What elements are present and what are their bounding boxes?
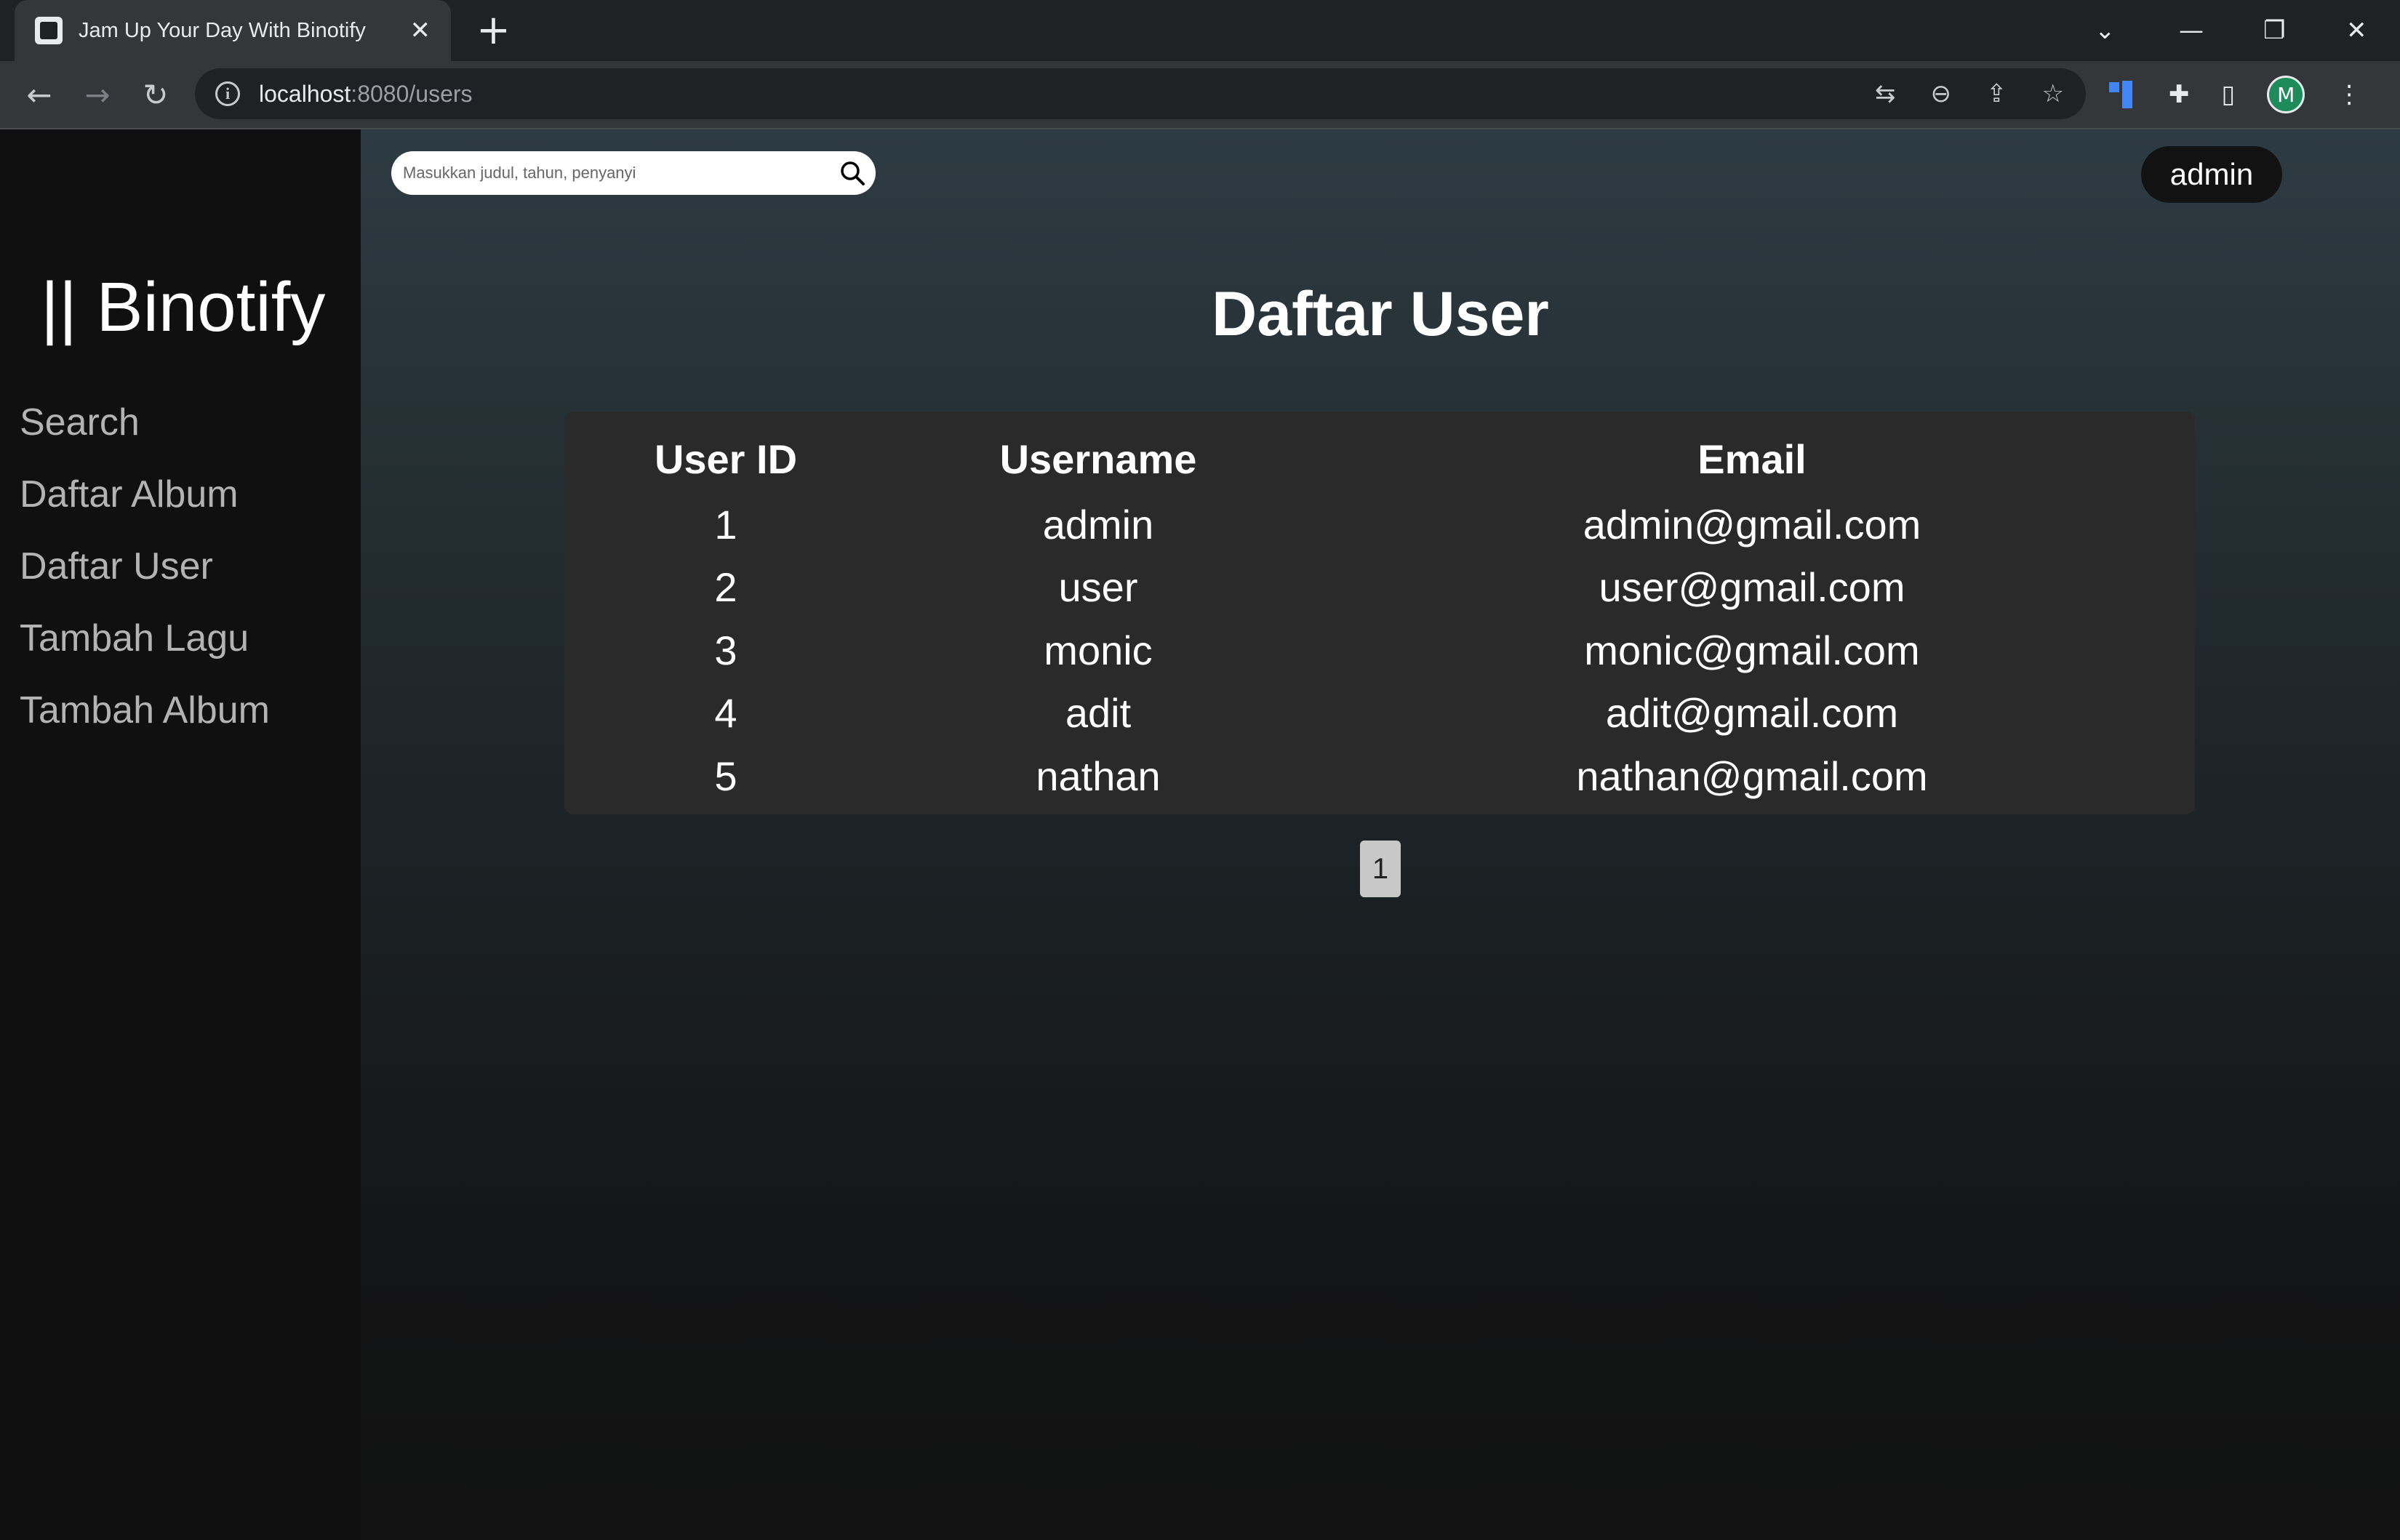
sidebar: || Binotify Search Daftar Album Daftar U… (0, 129, 361, 1540)
user-id-cell: 5 (714, 753, 737, 799)
brand-logo[interactable]: || Binotify (41, 268, 325, 348)
address-bar[interactable]: i localhost:8080/users ⇆ ⊖ ⇪ ☆ (195, 68, 2086, 119)
email-cell: nathan@gmail.com (1576, 753, 1928, 799)
user-id-cell: 2 (714, 564, 737, 611)
extensions-puzzle-icon[interactable]: ✚ (2169, 80, 2190, 109)
user-id-cell: 3 (714, 627, 737, 673)
email-cell: adit@gmail.com (1605, 690, 1899, 737)
minimize-window-button[interactable]: — (2179, 0, 2204, 61)
translate-icon[interactable]: ⇆ (1875, 79, 1896, 108)
sidebar-nav: Search Daftar Album Daftar User Tambah L… (20, 387, 270, 747)
browser-tab[interactable]: Jam Up Your Day With Binotify ✕ (15, 0, 451, 61)
column-header-user-id: User ID (654, 436, 798, 482)
binotify-favicon-icon (35, 17, 63, 44)
site-info-icon[interactable]: i (215, 81, 240, 106)
username-cell: monic (1044, 627, 1153, 673)
table-row: 5 nathan nathan@gmail.com (564, 745, 2195, 808)
browser-tab-strip: Jam Up Your Day With Binotify ✕ + ⌄ — ❐ … (0, 0, 2400, 61)
page-viewport: || Binotify Search Daftar Album Daftar U… (0, 129, 2400, 1540)
profile-avatar[interactable]: M (2267, 76, 2305, 113)
sidebar-item-search[interactable]: Search (20, 387, 270, 459)
username-cell: adit (1065, 690, 1132, 737)
username-cell: admin (1042, 501, 1154, 548)
email-cell: user@gmail.com (1599, 564, 1905, 611)
username-cell: user (1058, 564, 1138, 611)
main-content: admin Daftar User User ID Username Email… (361, 129, 2400, 1540)
email-cell: admin@gmail.com (1583, 501, 1921, 548)
reload-icon[interactable]: ↻ (135, 74, 176, 115)
address-url[interactable]: localhost:8080/users (259, 81, 473, 108)
zoom-out-icon[interactable]: ⊖ (1931, 79, 1952, 108)
page-title: Daftar User (1212, 279, 1549, 349)
restore-window-button[interactable]: ❐ (2263, 0, 2285, 61)
tab-search-chevron-icon[interactable]: ⌄ (2095, 0, 2116, 61)
user-menu-button[interactable]: admin (2141, 146, 2282, 203)
table-row: 2 user user@gmail.com (564, 556, 2195, 619)
users-table: User ID Username Email 1 admin admin@gma… (564, 425, 2195, 808)
pagination-page-button[interactable]: 1 (1360, 841, 1401, 897)
sidebar-item-daftar-user[interactable]: Daftar User (20, 531, 270, 603)
sidebar-item-daftar-album[interactable]: Daftar Album (20, 459, 270, 531)
users-table-card: User ID Username Email 1 admin admin@gma… (564, 412, 2195, 814)
column-header-username: Username (999, 436, 1197, 482)
browser-toolbar: ← → ↻ i localhost:8080/users ⇆ ⊖ ⇪ ☆ ✚ ▯… (0, 61, 2400, 129)
forward-arrow-icon[interactable]: → (77, 74, 118, 115)
share-icon[interactable]: ⇪ (1986, 79, 2007, 108)
back-arrow-icon[interactable]: ← (19, 74, 60, 115)
column-header-email: Email (1697, 436, 1807, 482)
email-cell: monic@gmail.com (1584, 627, 1920, 673)
tab-title: Jam Up Your Day With Binotify (79, 18, 366, 42)
close-window-button[interactable]: ✕ (2346, 0, 2367, 61)
side-panel-icon[interactable]: ▯ (2222, 80, 2236, 109)
extension-icon[interactable] (2109, 81, 2137, 108)
close-tab-icon[interactable]: ✕ (410, 16, 431, 45)
browser-menu-icon[interactable]: ⋮ (2337, 80, 2361, 109)
table-row: 3 monic monic@gmail.com (564, 619, 2195, 682)
table-row: 4 adit adit@gmail.com (564, 682, 2195, 745)
table-header-row: User ID Username Email (564, 425, 2195, 493)
search-input[interactable] (401, 163, 819, 183)
table-row: 1 admin admin@gmail.com (564, 493, 2195, 556)
sidebar-item-tambah-lagu[interactable]: Tambah Lagu (20, 603, 270, 675)
search-icon[interactable] (839, 160, 865, 186)
username-cell: nathan (1036, 753, 1161, 799)
bookmark-star-icon[interactable]: ☆ (2042, 79, 2064, 108)
user-id-cell: 4 (714, 690, 737, 737)
user-id-cell: 1 (714, 501, 737, 548)
new-tab-button[interactable]: + (476, 9, 511, 52)
sidebar-item-tambah-album[interactable]: Tambah Album (20, 675, 270, 747)
search-bar (391, 151, 876, 195)
